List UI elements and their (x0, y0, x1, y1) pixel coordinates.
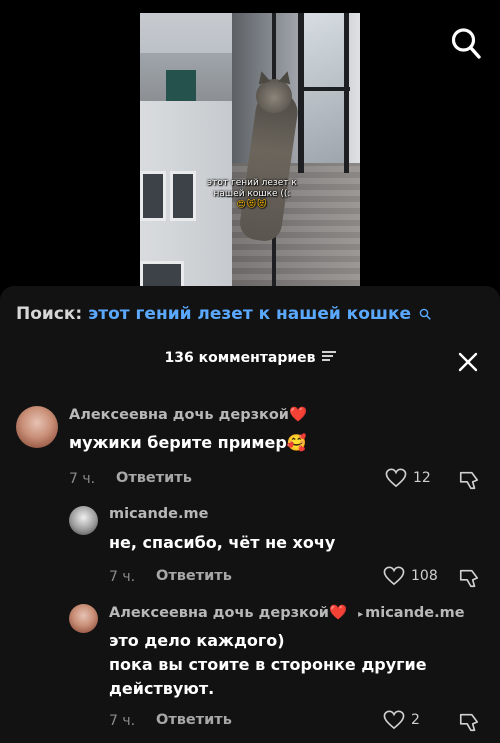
building-window (140, 171, 166, 221)
comment-time: 7 ч. (109, 569, 136, 585)
comment-text: не, спасибо, чёт не хочу (109, 533, 336, 552)
comment-time: 7 ч. (109, 713, 136, 729)
filter-lines-icon[interactable] (321, 350, 336, 366)
comment-time: 7 ч. (69, 471, 96, 487)
heart-outline-icon (383, 566, 405, 586)
dislike-button[interactable] (458, 567, 480, 593)
like-count: 108 (411, 568, 438, 584)
like-button[interactable]: 2 (383, 710, 420, 730)
window-frame (298, 87, 350, 91)
close-icon (458, 352, 478, 372)
avatar[interactable] (16, 406, 58, 448)
thumbs-down-icon (459, 713, 479, 732)
reply-to-username[interactable]: micande.me (365, 605, 464, 621)
like-button[interactable]: 12 (385, 468, 431, 488)
reply-button[interactable]: Ответить (116, 470, 192, 486)
comment-text-line: действуют. (109, 679, 215, 698)
comment-text-line: пока вы стоите в сторонке другие (109, 655, 427, 674)
building-window (140, 261, 184, 286)
comment-username[interactable]: micande.me (109, 506, 208, 522)
like-count: 12 (413, 470, 431, 486)
video-caption-line: нашей кошке ((: (213, 189, 291, 199)
comment-text-line: это дело каждого) (109, 631, 285, 650)
comments-count: 136 комментариев (164, 350, 316, 366)
heart-emoji: ❤️ (288, 407, 308, 423)
window-frame (344, 13, 349, 173)
reply-button[interactable]: Ответить (156, 712, 232, 728)
search-prefix: Поиск: (16, 304, 83, 324)
comments-sheet: Поиск: этот гений лезет к нашей кошке 13… (0, 286, 500, 743)
search-query-link[interactable]: этот гений лезет к нашей кошке (88, 304, 411, 324)
heart-outline-icon (383, 710, 405, 730)
comment-username-text: Алексеевна дочь дерзкой (69, 407, 289, 423)
thumbs-down-icon (459, 569, 479, 588)
like-button[interactable]: 108 (383, 566, 438, 586)
smiling-face-with-hearts-emoji: 🥰 (286, 433, 307, 452)
search-icon (451, 28, 481, 59)
comments-header: 136 комментариев (0, 350, 500, 376)
search-button[interactable] (450, 26, 482, 60)
heart-outline-icon (385, 468, 407, 488)
comment-username[interactable]: Алексеевна дочь дерзкой❤️ ▸ micande.me (109, 604, 465, 621)
avatar[interactable] (69, 506, 98, 535)
window-frame (298, 13, 304, 173)
dislike-button[interactable] (458, 469, 480, 495)
comment-text: это дело каждого) пока вы стоите в сторо… (109, 629, 427, 701)
comment-text-body: мужики берите пример (69, 433, 287, 452)
video-caption: этот гений лезет к нашей кошке ((: 😍😻😻 (184, 178, 320, 211)
search-suggestion[interactable]: Поиск: этот гений лезет к нашей кошке (16, 304, 486, 325)
reply-arrow-icon: ▸ (358, 609, 364, 620)
cat-head (256, 79, 292, 113)
heart-emoji: ❤️ (328, 605, 348, 621)
comment-username-text: Алексеевна дочь дерзкой (109, 605, 329, 621)
close-button[interactable] (456, 350, 480, 374)
like-count: 2 (411, 712, 420, 728)
search-icon (419, 305, 431, 325)
dislike-button[interactable] (458, 711, 480, 737)
avatar[interactable] (69, 604, 98, 633)
comment-text: мужики берите пример🥰 (69, 431, 307, 455)
thumbs-down-icon (459, 471, 479, 490)
video-caption-emoji: 😍😻😻 (236, 200, 268, 210)
video-area: этот гений лезет к нашей кошке ((: 😍😻😻 (0, 0, 500, 286)
video-caption-line: этот гений лезет к (207, 178, 297, 188)
comment-username[interactable]: Алексеевна дочь дерзкой❤️ (69, 406, 307, 423)
reply-button[interactable]: Ответить (156, 568, 232, 584)
video-thumbnail[interactable]: этот гений лезет к нашей кошке ((: 😍😻😻 (140, 13, 360, 286)
